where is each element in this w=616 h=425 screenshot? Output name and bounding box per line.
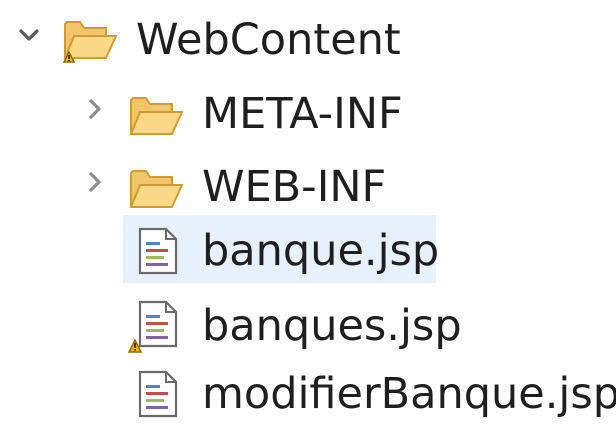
tree-item-banque-jsp[interactable]: banque.jsp (0, 215, 616, 283)
tree-item-label: WEB-INF (202, 162, 387, 212)
tree-item-label: WebContent (136, 15, 401, 65)
jsp-file-icon (136, 370, 180, 418)
tree-item-web-inf[interactable]: WEB-INF (0, 155, 616, 215)
tree-item-label: banques.jsp (202, 301, 462, 351)
jsp-file-icon (136, 227, 180, 275)
folder-icon (128, 90, 186, 142)
tree-item-webcontent[interactable]: WebContent (0, 8, 616, 68)
folder-warning-icon (62, 14, 120, 66)
tree-item-label: META-INF (202, 89, 403, 139)
folder-icon (128, 163, 186, 215)
chevron-right-icon[interactable] (80, 94, 110, 124)
tree-item-meta-inf[interactable]: META-INF (0, 82, 616, 142)
tree-item-modifierbanque-jsp[interactable]: modifierBanque.jsp (0, 364, 616, 424)
chevron-down-icon[interactable] (14, 20, 44, 50)
tree-item-label: banque.jsp (202, 226, 440, 276)
chevron-right-icon[interactable] (80, 167, 110, 197)
tree-item-banques-jsp[interactable]: banques.jsp (0, 294, 616, 354)
tree-item-label: modifierBanque.jsp (202, 369, 616, 419)
jsp-file-warning-icon (127, 300, 180, 354)
project-tree: WebContent META-INF WEB-INF banque.jsp b… (0, 0, 616, 425)
